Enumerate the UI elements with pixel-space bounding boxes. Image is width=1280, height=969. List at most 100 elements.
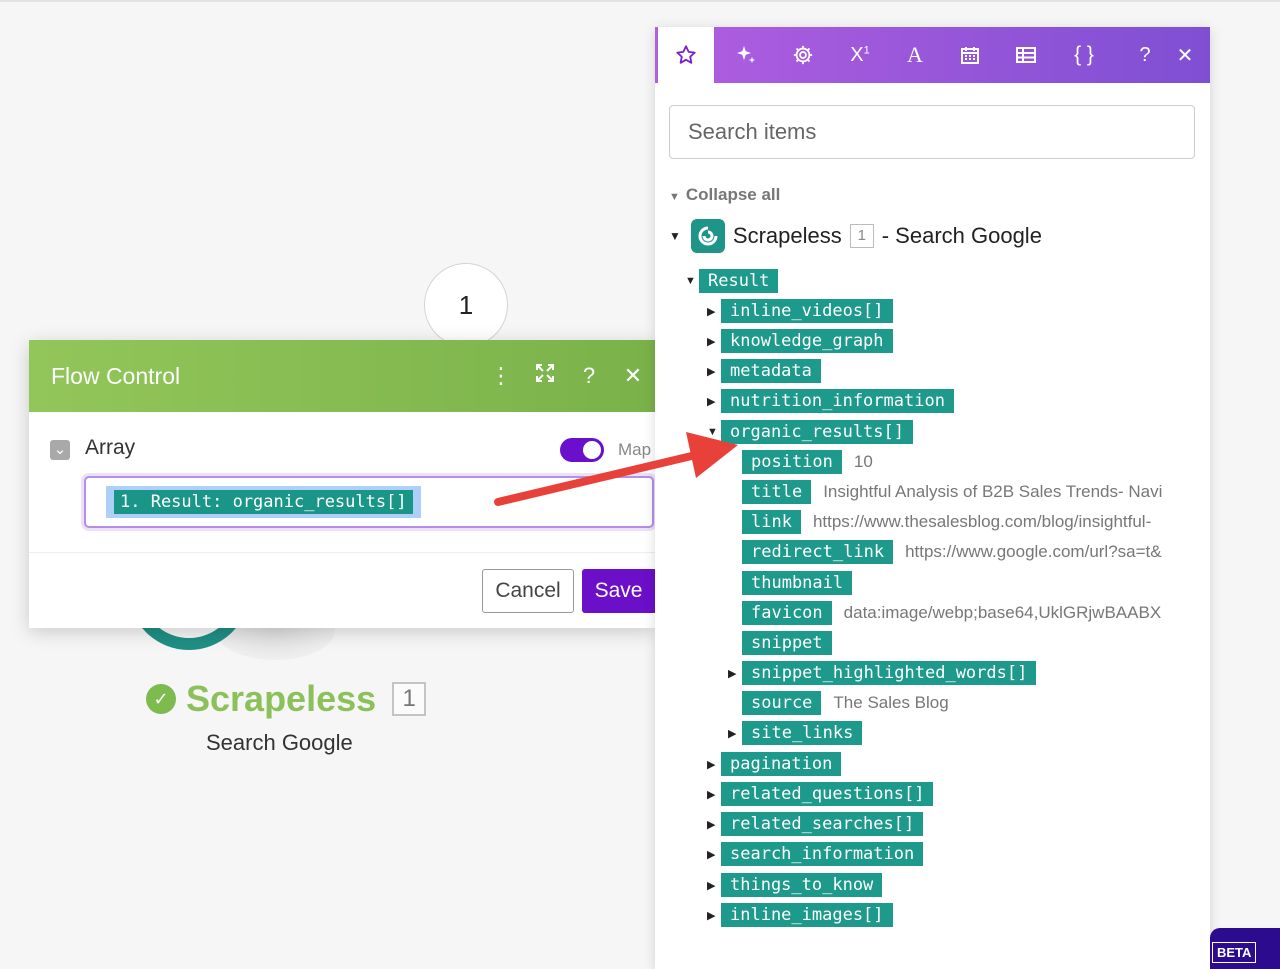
superscript-icon[interactable]: X1 <box>832 27 888 83</box>
tree-item[interactable]: thumbnail <box>742 570 853 596</box>
tree-item[interactable]: ▶ pagination <box>707 751 842 777</box>
caret-right-icon[interactable]: ▶ <box>707 879 721 892</box>
braces-icon[interactable]: { } <box>1056 27 1112 83</box>
tree-item[interactable]: ▶ related_questions[] <box>707 781 934 807</box>
dialog-header-icons: ⋮ ? ✕ <box>479 340 655 412</box>
tree-item[interactable]: snippet <box>742 630 832 656</box>
tree-item-label[interactable]: organic_results[] <box>721 420 913 444</box>
top-divider <box>0 0 1280 2</box>
beta-label: BETA <box>1212 942 1257 963</box>
caret-right-icon[interactable]: ▶ <box>707 788 721 801</box>
tree-item-label[interactable]: Result <box>699 269 779 293</box>
sparkle-icon[interactable] <box>718 27 774 83</box>
module-subtitle: Search Google <box>206 730 353 755</box>
tree-item-label[interactable]: title <box>742 480 812 504</box>
tree-item-result[interactable]: ▼ Result <box>685 268 779 294</box>
caret-right-icon[interactable]: ▶ <box>707 758 721 771</box>
module-badge: 1 <box>849 224 874 248</box>
module-title: Scrapeless <box>186 678 377 719</box>
dialog-title: Flow Control <box>51 362 181 389</box>
more-vertical-icon[interactable]: ⋮ <box>479 363 523 389</box>
tree-item[interactable]: redirect_link https://www.google.com/url?… <box>742 539 1162 565</box>
star-icon[interactable] <box>658 27 714 83</box>
tree-item[interactable]: ▶ things_to_know <box>707 872 883 898</box>
caret-right-icon[interactable]: ▶ <box>707 305 721 318</box>
caret-right-icon[interactable]: ▶ <box>707 395 721 408</box>
calendar-icon[interactable] <box>942 27 998 83</box>
tree-item[interactable]: ▼ organic_results[] <box>707 419 913 445</box>
beta-badge: BETA <box>1210 928 1280 969</box>
tree-item-label[interactable]: site_links <box>742 721 863 745</box>
tree-item[interactable]: link https://www.thesalesblog.com/blog/in… <box>742 509 1151 535</box>
gear-icon[interactable] <box>775 27 831 83</box>
tree-item-label[interactable]: things_to_know <box>721 873 883 897</box>
tree-item[interactable]: title Insightful Analysis of B2B Sales Tr… <box>742 479 1162 505</box>
close-icon[interactable]: ✕ <box>611 363 655 389</box>
caret-down-icon: ▼ <box>669 191 680 203</box>
panel-tab-bar: X1 A { } ? ✕ <box>655 27 1210 83</box>
caret-right-icon[interactable]: ▶ <box>707 909 721 922</box>
mapped-value-pill[interactable]: 1. Result: organic_results[] <box>114 490 413 514</box>
text-icon[interactable]: A <box>887 27 943 83</box>
tree-item-label[interactable]: position <box>742 450 842 474</box>
tree-item[interactable]: ▶ knowledge_graph <box>707 328 893 354</box>
tree-item-label[interactable]: metadata <box>721 359 821 383</box>
save-button[interactable]: Save <box>582 569 655 613</box>
tree-item-label[interactable]: source <box>742 691 822 715</box>
table-icon[interactable] <box>998 27 1054 83</box>
caret-right-icon[interactable]: ▶ <box>728 727 742 740</box>
tree-item-label[interactable]: knowledge_graph <box>721 329 893 353</box>
map-toggle[interactable] <box>560 438 604 462</box>
tree-item[interactable]: ▶ metadata <box>707 358 821 384</box>
tree-item-value: https://www.thesalesblog.com/blog/insigh… <box>812 512 1152 531</box>
tree-item-label[interactable]: related_searches[] <box>721 812 924 836</box>
tree-item[interactable]: ▶ nutrition_information <box>707 388 954 414</box>
search-input[interactable]: Search items <box>669 105 1195 159</box>
tree-item[interactable]: ▶ inline_images[] <box>707 902 893 928</box>
collapse-all-link[interactable]: ▼ Collapse all <box>669 185 780 205</box>
caret-right-icon[interactable]: ▶ <box>707 365 721 378</box>
tree-item-label[interactable]: thumbnail <box>742 571 853 595</box>
tree-item[interactable]: position 10 <box>742 449 873 475</box>
help-icon[interactable]: ? <box>567 363 611 389</box>
caret-right-icon[interactable]: ▶ <box>707 848 721 861</box>
tree-item-label[interactable]: inline_images[] <box>721 903 893 927</box>
module-number-badge: 1 <box>392 682 427 716</box>
tree-item[interactable]: ▶ related_searches[] <box>707 811 924 837</box>
module-tree-root[interactable]: ▼ Scrapeless 1 - Search Google <box>669 219 1042 253</box>
mapping-panel: X1 A { } ? ✕ Search items ▼ Collapse all … <box>655 27 1210 969</box>
tree-item-value: https://www.google.com/url?sa=t& <box>905 542 1162 561</box>
tree-item-label[interactable]: link <box>742 510 801 534</box>
tree-item-label[interactable]: snippet <box>742 631 832 655</box>
maximize-icon[interactable] <box>523 363 567 389</box>
tree-item-value: The Sales Blog <box>833 693 949 712</box>
tree-item-label[interactable]: snippet_highlighted_words[] <box>742 661 1037 685</box>
tree-item[interactable]: ▶ site_links <box>728 720 863 746</box>
tree-item-label[interactable]: related_questions[] <box>721 782 934 806</box>
flow-control-dialog: Flow Control ⋮ ? ✕ ⌄ Array Map 1. Result… <box>29 340 655 628</box>
array-mapped-input[interactable]: 1. Result: organic_results[] <box>84 476 654 528</box>
caret-right-icon[interactable]: ▶ <box>707 818 721 831</box>
tree-item[interactable]: ▶ snippet_highlighted_words[] <box>728 660 1037 686</box>
tree-item-label[interactable]: inline_videos[] <box>721 299 893 323</box>
tree-item-label[interactable]: pagination <box>721 752 842 776</box>
cancel-button[interactable]: Cancel <box>482 569 574 613</box>
caret-right-icon[interactable]: ▶ <box>728 667 742 680</box>
module-name: Scrapeless <box>732 223 842 248</box>
module-suffix: - Search Google <box>881 223 1042 248</box>
tree-item[interactable]: source The Sales Blog <box>742 690 949 716</box>
check-circle-icon: ✓ <box>146 684 176 714</box>
close-icon[interactable]: ✕ <box>1157 27 1210 83</box>
array-field-row: ⌄ Array Map <box>29 430 655 470</box>
tree-item-label[interactable]: search_information <box>721 842 924 866</box>
tree-item[interactable]: ▶ search_information <box>707 841 924 867</box>
tree-item[interactable]: favicon data:image/webp;base64,UklGRjwBAA… <box>742 600 1161 626</box>
caret-right-icon[interactable]: ▶ <box>707 335 721 348</box>
caret-down-icon[interactable]: ▼ <box>707 426 721 438</box>
tree-item-label[interactable]: favicon <box>742 601 832 625</box>
tree-item-label[interactable]: redirect_link <box>742 540 894 564</box>
field-checkbox[interactable]: ⌄ <box>50 440 70 460</box>
tree-item[interactable]: ▶ inline_videos[] <box>707 298 893 324</box>
tree-item-label[interactable]: nutrition_information <box>721 389 954 413</box>
tree-item-value: data:image/webp;base64,UklGRjwBAABX <box>843 603 1162 622</box>
